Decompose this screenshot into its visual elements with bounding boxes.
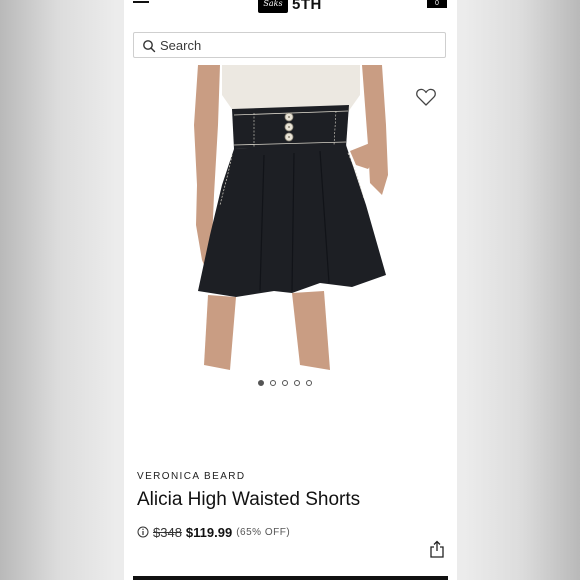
shopping-bag-icon[interactable]: 0: [427, 0, 447, 8]
carousel-dot[interactable]: [258, 380, 264, 386]
carousel-dot[interactable]: [282, 380, 288, 386]
logo-script: Saks: [263, 0, 283, 8]
add-to-bag-button-edge[interactable]: [133, 576, 448, 580]
carousel-dot[interactable]: [294, 380, 300, 386]
search-icon: [143, 40, 156, 53]
logo[interactable]: Saks: [258, 0, 288, 13]
hamburger-menu-icon[interactable]: [133, 0, 149, 6]
product-title: Alicia High Waisted Shorts: [137, 489, 361, 510]
heart-icon[interactable]: [415, 86, 437, 108]
logo-text[interactable]: 5TH: [292, 0, 322, 13]
search-input[interactable]: [160, 36, 430, 54]
search-bar[interactable]: [133, 32, 446, 58]
mobile-page: Saks 5TH 0 Search VERONICA BEARD Alicia …: [124, 0, 457, 580]
original-price: $348: [153, 524, 182, 540]
product-brand[interactable]: VERONICA BEARD: [137, 471, 246, 482]
info-icon[interactable]: [137, 526, 149, 538]
carousel-dots: [258, 380, 312, 388]
carousel-dot[interactable]: [270, 380, 276, 386]
sale-price: $119.99: [185, 524, 233, 540]
product-image[interactable]: [124, 65, 457, 370]
cart-count: 0: [435, 0, 439, 7]
price-row: $348 $119.99 (65% OFF): [137, 523, 290, 541]
top-navigation-bar: Saks 5TH 0: [124, 0, 457, 14]
share-icon[interactable]: [429, 540, 445, 558]
carousel-dot[interactable]: [306, 380, 312, 386]
discount-label: (65% OFF): [236, 526, 291, 538]
